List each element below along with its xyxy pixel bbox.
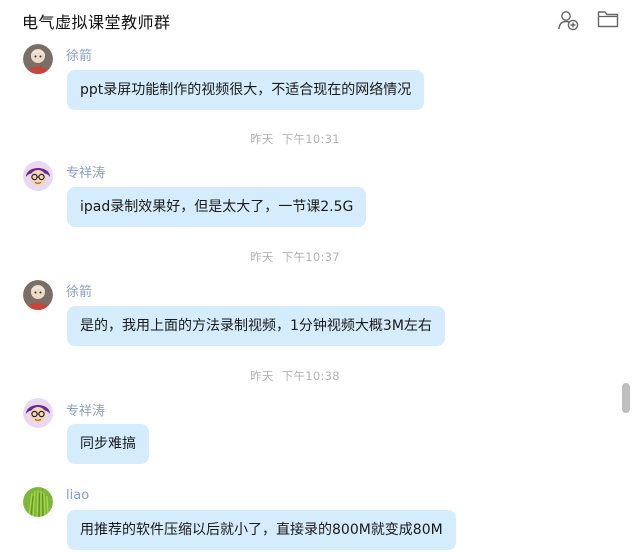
timestamp-time: 下午10:38 bbox=[281, 369, 340, 383]
avatar-liao[interactable] bbox=[23, 487, 53, 517]
timestamp: 昨天 下午10:37 bbox=[0, 249, 590, 265]
sender-name: 徐箭 bbox=[66, 49, 93, 64]
scrollbar-thumb[interactable] bbox=[622, 383, 630, 413]
timestamp-day: 昨天 bbox=[250, 250, 274, 264]
add-person-icon[interactable] bbox=[557, 9, 579, 31]
sender-name: 专祥涛 bbox=[66, 166, 106, 181]
avatar-xujian[interactable] bbox=[23, 280, 53, 310]
chat-header: 电气虚拟课堂教师群 bbox=[0, 0, 635, 40]
group-title: 电气虚拟课堂教师群 bbox=[22, 13, 171, 32]
sender-name: liao bbox=[66, 488, 90, 503]
timestamp-day: 昨天 bbox=[250, 132, 274, 146]
timestamp: 昨天 下午10:31 bbox=[0, 131, 590, 147]
timestamp-day: 昨天 bbox=[250, 369, 274, 383]
timestamp-time: 下午10:31 bbox=[281, 132, 340, 146]
avatar-zhuanxiangtao[interactable] bbox=[23, 398, 53, 428]
timestamp-time: 下午10:37 bbox=[281, 250, 340, 264]
message-bubble[interactable]: 同步难搞 bbox=[67, 424, 149, 464]
message-list[interactable]: 徐箭 ppt录屏功能制作的视频很大，不适合现在的网络情况 昨天 下午10:31 专… bbox=[0, 40, 635, 552]
folder-icon[interactable] bbox=[597, 9, 619, 29]
sender-name: 专祥涛 bbox=[66, 404, 106, 419]
avatar-xujian[interactable] bbox=[23, 44, 53, 74]
message-bubble[interactable]: 用推荐的软件压缩以后就小了，直接录的800M就变成80M bbox=[67, 510, 456, 550]
avatar-zhuanxiangtao[interactable] bbox=[23, 161, 53, 191]
sender-name: 徐箭 bbox=[66, 285, 93, 300]
message-bubble[interactable]: ipad录制效果好，但是太大了，一节课2.5G bbox=[67, 187, 367, 227]
message-bubble[interactable]: 是的，我用上面的方法录制视频，1分钟视频大概3M左右 bbox=[67, 306, 445, 346]
timestamp: 昨天 下午10:38 bbox=[0, 368, 590, 384]
message-bubble[interactable]: ppt录屏功能制作的视频很大，不适合现在的网络情况 bbox=[67, 70, 425, 110]
